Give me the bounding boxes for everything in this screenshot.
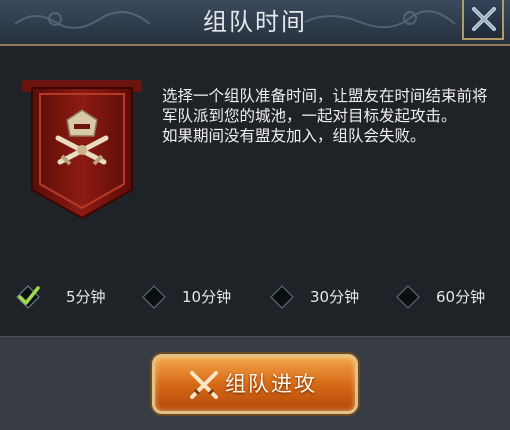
team-attack-button[interactable]: 组队进攻 bbox=[152, 354, 358, 414]
team-banner-icon bbox=[22, 80, 142, 220]
diamond-radio-icon bbox=[396, 285, 420, 309]
team-attack-label: 组队进攻 bbox=[225, 372, 317, 396]
option-label: 30分钟 bbox=[310, 288, 360, 306]
option-5-minutes[interactable]: 5分钟 bbox=[16, 282, 126, 312]
checked-diamond-icon bbox=[16, 285, 40, 309]
close-x-icon bbox=[472, 7, 496, 31]
option-30-minutes[interactable]: 30分钟 bbox=[270, 282, 380, 312]
option-60-minutes[interactable]: 60分钟 bbox=[396, 282, 506, 312]
close-button[interactable] bbox=[462, 0, 504, 40]
diamond-radio-icon bbox=[142, 285, 166, 309]
crossed-swords-icon bbox=[190, 371, 218, 399]
option-label: 60分钟 bbox=[436, 288, 486, 306]
option-label: 10分钟 bbox=[182, 288, 232, 306]
option-label: 5分钟 bbox=[66, 288, 106, 306]
description-text: 选择一个组队准备时间，让盟友在时间结束前将军队派到您的城池，一起对目标发起攻击。… bbox=[162, 87, 488, 145]
option-10-minutes[interactable]: 10分钟 bbox=[142, 282, 252, 312]
dialog-header: 组队时间 bbox=[0, 0, 510, 46]
diamond-radio-icon bbox=[270, 285, 294, 309]
dialog-title: 组队时间 bbox=[203, 8, 307, 36]
